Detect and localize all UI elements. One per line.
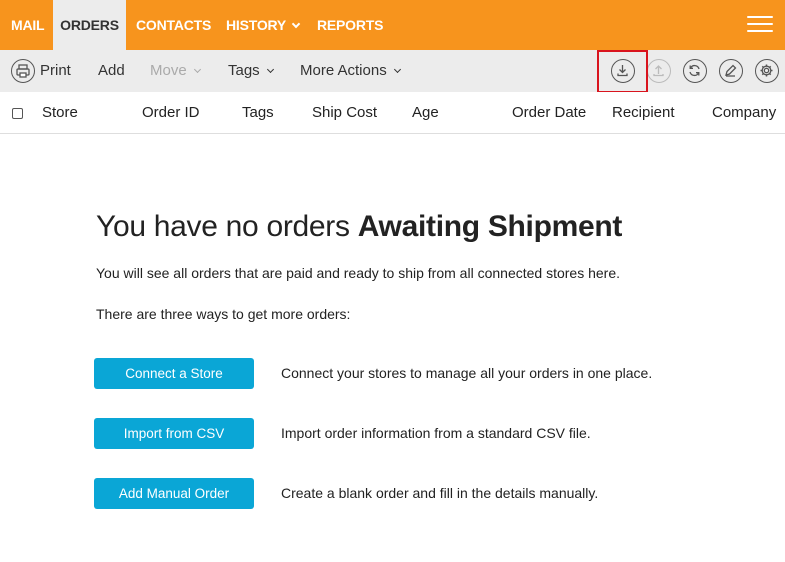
column-tags[interactable]: Tags [242, 92, 274, 134]
empty-state-subtitle: You will see all orders that are paid an… [96, 265, 621, 281]
settings-icon[interactable] [755, 59, 779, 83]
nav-orders[interactable]: ORDERS [53, 0, 126, 50]
orders-table-header: Store Order ID Tags Ship Cost Age Order … [0, 92, 785, 134]
empty-state-title: You have no orders Awaiting Shipment [96, 210, 622, 244]
empty-title-strong: Awaiting Shipment [357, 210, 623, 243]
top-navigation: MAIL ORDERS CONTACTS HISTORY REPORTS [0, 0, 785, 50]
nav-mail-label: MAIL [11, 17, 45, 33]
select-all-checkbox[interactable] [12, 108, 23, 119]
nav-reports-label: REPORTS [317, 17, 384, 33]
connect-store-button[interactable]: Connect a Store [94, 358, 254, 389]
nav-history[interactable]: HISTORY [226, 0, 301, 50]
edit-icon[interactable] [719, 59, 743, 83]
move-label: Move [150, 62, 187, 79]
column-age[interactable]: Age [412, 92, 439, 134]
chevron-down-icon [266, 65, 274, 74]
add-manual-order-description: Create a blank order and fill in the det… [281, 485, 599, 501]
tags-label: Tags [228, 62, 260, 79]
column-company[interactable]: Company [712, 92, 776, 134]
nav-reports[interactable]: REPORTS [317, 0, 383, 50]
chevron-down-icon [193, 65, 201, 74]
connect-store-description: Connect your stores to manage all your o… [281, 365, 653, 381]
column-recipient[interactable]: Recipient [612, 92, 675, 134]
tags-button[interactable]: Tags [228, 50, 274, 92]
add-manual-order-button[interactable]: Add Manual Order [94, 478, 254, 509]
toolbar: Print Add Move Tags More Actions [0, 50, 785, 92]
print-label: Print [40, 62, 71, 79]
column-ship-cost[interactable]: Ship Cost [312, 92, 377, 134]
refresh-icon[interactable] [683, 59, 707, 83]
nav-contacts-label: CONTACTS [136, 17, 212, 33]
column-store[interactable]: Store [42, 92, 78, 134]
chevron-down-icon [291, 19, 301, 29]
add-button[interactable]: Add [98, 50, 125, 92]
hamburger-icon[interactable] [747, 14, 773, 34]
move-button[interactable]: Move [150, 50, 201, 92]
upload-icon[interactable] [647, 59, 671, 83]
printer-icon[interactable] [11, 59, 35, 83]
nav-orders-label: ORDERS [60, 17, 119, 33]
more-actions-label: More Actions [300, 62, 387, 79]
import-csv-button[interactable]: Import from CSV [94, 418, 254, 449]
nav-contacts[interactable]: CONTACTS [136, 0, 211, 50]
nav-history-label: HISTORY [226, 17, 287, 33]
column-order-date[interactable]: Order Date [512, 92, 586, 134]
chevron-down-icon [393, 65, 401, 74]
import-csv-description: Import order information from a standard… [281, 425, 591, 441]
print-button[interactable]: Print [40, 50, 71, 92]
download-highlight [597, 50, 648, 93]
more-actions-button[interactable]: More Actions [300, 50, 401, 92]
empty-title-prefix: You have no orders [96, 210, 358, 243]
add-label: Add [98, 62, 125, 79]
column-order-id[interactable]: Order ID [142, 92, 200, 134]
empty-state-ways: There are three ways to get more orders: [96, 306, 351, 322]
nav-mail[interactable]: MAIL [11, 0, 45, 50]
